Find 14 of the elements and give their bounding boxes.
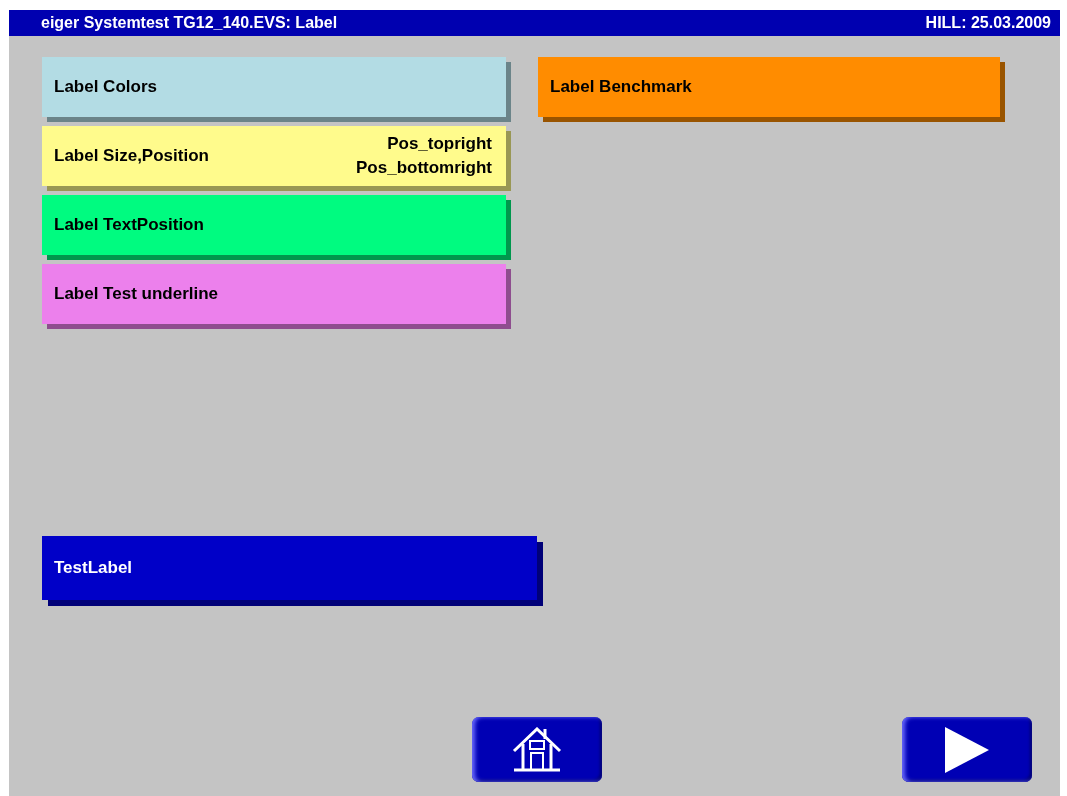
home-button[interactable] (472, 717, 602, 782)
label-text: TestLabel (54, 558, 133, 578)
next-button[interactable] (902, 717, 1032, 782)
date-info: HILL: 25.03.2009 (925, 14, 1051, 32)
label-text: Label Benchmark (550, 77, 692, 97)
corner-text: Pos_bottomright (356, 158, 492, 178)
corner-text: Pos_topright (387, 134, 492, 154)
label-text: Label Test underline (54, 284, 219, 304)
label-text: Label Size,Position (54, 146, 209, 166)
play-icon (944, 726, 990, 773)
label-text: Label Colors (54, 77, 157, 97)
window-title: eiger Systemtest TG12_140.EVS: Label (41, 14, 338, 32)
label-text: Label TextPosition (54, 215, 204, 235)
home-icon (512, 726, 562, 773)
